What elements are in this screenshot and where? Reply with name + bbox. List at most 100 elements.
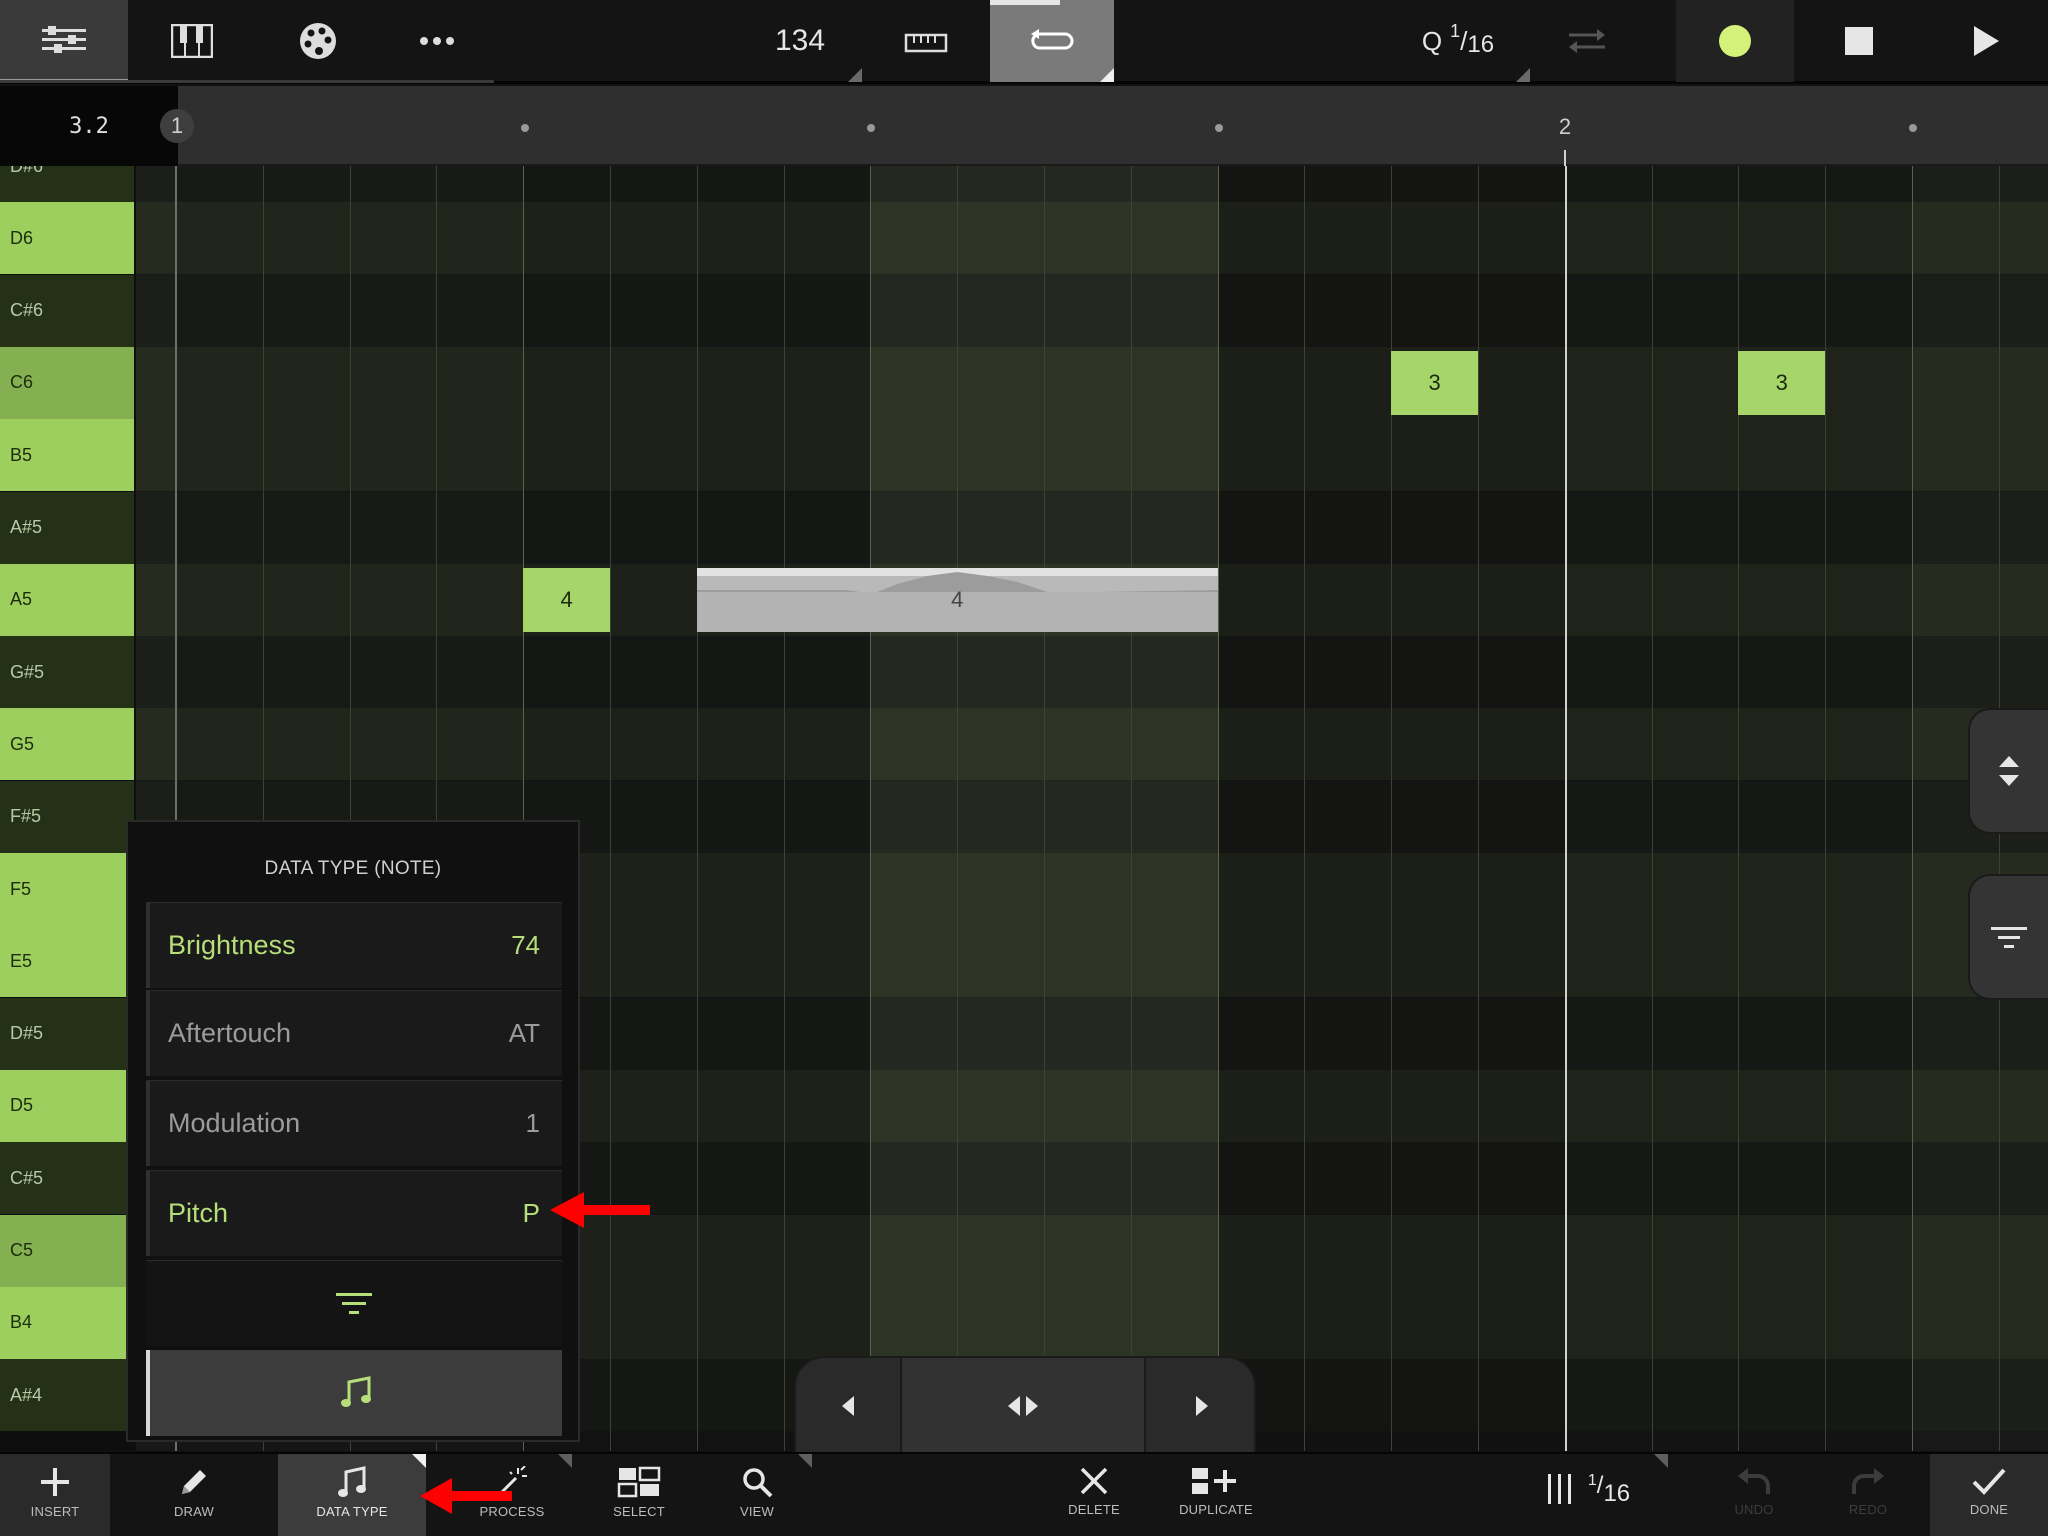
piano-key[interactable]: C6 — [0, 346, 134, 419]
expand-vertical-icon — [1999, 756, 2019, 786]
grid-line — [610, 166, 611, 1451]
palette-button[interactable] — [256, 0, 380, 82]
datatype-item-modulation[interactable]: Modulation 1 — [146, 1080, 562, 1166]
piano-key[interactable]: F#5 — [0, 780, 134, 853]
top-toolbar: 134 Q 1 / 16 — [0, 0, 2048, 84]
note-velocity-label: 3 — [1428, 369, 1441, 395]
quantize-denominator: 16 — [1467, 31, 1495, 58]
piano-key[interactable]: A#4 — [0, 1359, 134, 1432]
scroll-left-button[interactable] — [796, 1358, 900, 1452]
piano-key-label: G5 — [10, 733, 35, 754]
piano-key-label: E5 — [10, 950, 33, 971]
duplicate-button[interactable]: DUPLICATE — [1150, 1454, 1282, 1536]
datatype-item-aftertouch[interactable]: Aftertouch AT — [146, 990, 562, 1076]
redo-button[interactable]: REDO — [1812, 1454, 1924, 1536]
select-grid-icon — [617, 1466, 661, 1498]
note-block[interactable]: 4 — [523, 567, 610, 632]
piano-key-label: F5 — [10, 878, 32, 899]
piano-key-label: C#5 — [10, 1167, 44, 1188]
piano-key[interactable]: C#5 — [0, 1142, 134, 1215]
piano-key-label: C5 — [10, 1240, 34, 1260]
stop-icon — [1845, 27, 1873, 55]
record-icon — [1719, 25, 1751, 57]
mixer-button[interactable] — [0, 0, 128, 82]
draw-label: DRAW — [173, 1504, 215, 1519]
loop-button[interactable] — [990, 0, 1114, 82]
vertical-zoom-button[interactable] — [1968, 708, 2048, 834]
piano-key-label: G#5 — [10, 661, 45, 682]
item-value: 1 — [525, 1108, 540, 1138]
select-label: SELECT — [613, 1504, 665, 1519]
quantize-button[interactable]: Q 1 / 16 — [1386, 0, 1530, 82]
piano-key[interactable]: G5 — [0, 708, 134, 781]
item-edge — [146, 1171, 150, 1256]
piano-key[interactable]: D6 — [0, 202, 134, 275]
grid-line — [1825, 166, 1827, 1451]
data-type-button[interactable]: DATA TYPE — [278, 1454, 426, 1536]
bar-marker-2: 2 — [1558, 114, 1572, 139]
piano-key[interactable]: C#6 — [0, 274, 134, 347]
note-block[interactable]: 3 — [1738, 350, 1826, 415]
note-velocity-label: 4 — [951, 586, 964, 612]
piano-key[interactable]: C5 — [0, 1214, 134, 1287]
more-button[interactable] — [382, 0, 492, 82]
scroll-right-button[interactable] — [1146, 1358, 1254, 1452]
undo-label: UNDO — [1734, 1502, 1774, 1517]
popup-filter-button[interactable] — [146, 1260, 562, 1346]
metronome-ruler-icon — [904, 33, 948, 53]
item-edge — [146, 1081, 150, 1166]
piano-key[interactable]: E5 — [0, 925, 134, 998]
timeline-ruler[interactable]: 3.2 1 2 — [0, 86, 2048, 166]
play-button[interactable] — [1924, 0, 2048, 82]
grid-line — [1130, 166, 1132, 1451]
grid-size-button[interactable]: 1 / 16 — [1508, 1454, 1668, 1536]
record-button[interactable] — [1676, 0, 1794, 82]
select-button[interactable]: SELECT — [584, 1454, 694, 1536]
keyboard-view-button[interactable] — [130, 0, 254, 82]
scroll-drag-handle[interactable] — [900, 1358, 1146, 1452]
piano-key[interactable]: B5 — [0, 419, 134, 492]
tempo-button[interactable]: 134 — [738, 0, 862, 82]
pencil-icon — [182, 1470, 206, 1494]
shuffle-button[interactable] — [1532, 0, 1642, 82]
filter-side-button[interactable] — [1968, 874, 2048, 1000]
redo-label: REDO — [1848, 1502, 1888, 1517]
item-value: P — [522, 1198, 540, 1228]
grid-line — [1651, 166, 1653, 1451]
insert-label: INSERT — [30, 1504, 80, 1519]
undo-button[interactable]: UNDO — [1698, 1454, 1810, 1536]
piano-keyboard[interactable]: D#6 D6 C#6 C6 B5 A#5 A5 G#5 G5 F#5 F5 E5 D#5 D5 C#5 C5 B… — [0, 166, 136, 1451]
done-button[interactable]: DONE — [1930, 1454, 2048, 1536]
piano-key[interactable]: A5 — [0, 563, 134, 636]
grid-line — [1912, 166, 1913, 1451]
delete-button[interactable]: DELETE — [1040, 1454, 1148, 1536]
piano-key[interactable]: D#5 — [0, 997, 134, 1070]
grid-line — [1478, 166, 1479, 1451]
piano-key-label: B4 — [10, 1312, 33, 1333]
insert-button[interactable]: INSERT — [0, 1454, 110, 1536]
piano-key-label: F#5 — [10, 806, 42, 827]
piano-key[interactable]: A#5 — [0, 491, 134, 564]
view-button[interactable]: VIEW — [702, 1454, 812, 1536]
note-block[interactable]: 3 — [1391, 350, 1478, 415]
more-icon — [420, 37, 454, 45]
stop-button[interactable] — [1798, 0, 1920, 82]
piano-key[interactable]: F5 — [0, 853, 134, 925]
undo-icon — [1738, 1468, 1770, 1494]
datatype-item-pitch[interactable]: Pitch P — [146, 1170, 562, 1256]
popup-note-button[interactable] — [146, 1350, 562, 1436]
corner-indicator — [1516, 68, 1530, 82]
draw-button[interactable]: DRAW — [138, 1454, 250, 1536]
metronome-button[interactable] — [864, 0, 988, 82]
piano-key[interactable]: D5 — [0, 1069, 134, 1142]
grid-line — [1564, 166, 1567, 1451]
filter-icon — [1991, 927, 2027, 948]
piano-key[interactable]: B4 — [0, 1286, 134, 1359]
item-value: AT — [508, 1018, 540, 1048]
bottom-toolbar: INSERT DRAW DATA TYPE PROCESS SELECT VIE… — [0, 1452, 2048, 1536]
selected-note[interactable]: 4 — [696, 567, 1218, 632]
item-edge — [146, 991, 150, 1076]
piano-key[interactable]: G#5 — [0, 636, 134, 709]
piano-key[interactable]: D#6 — [0, 166, 134, 202]
datatype-item-brightness[interactable]: Brightness 74 — [146, 902, 562, 988]
